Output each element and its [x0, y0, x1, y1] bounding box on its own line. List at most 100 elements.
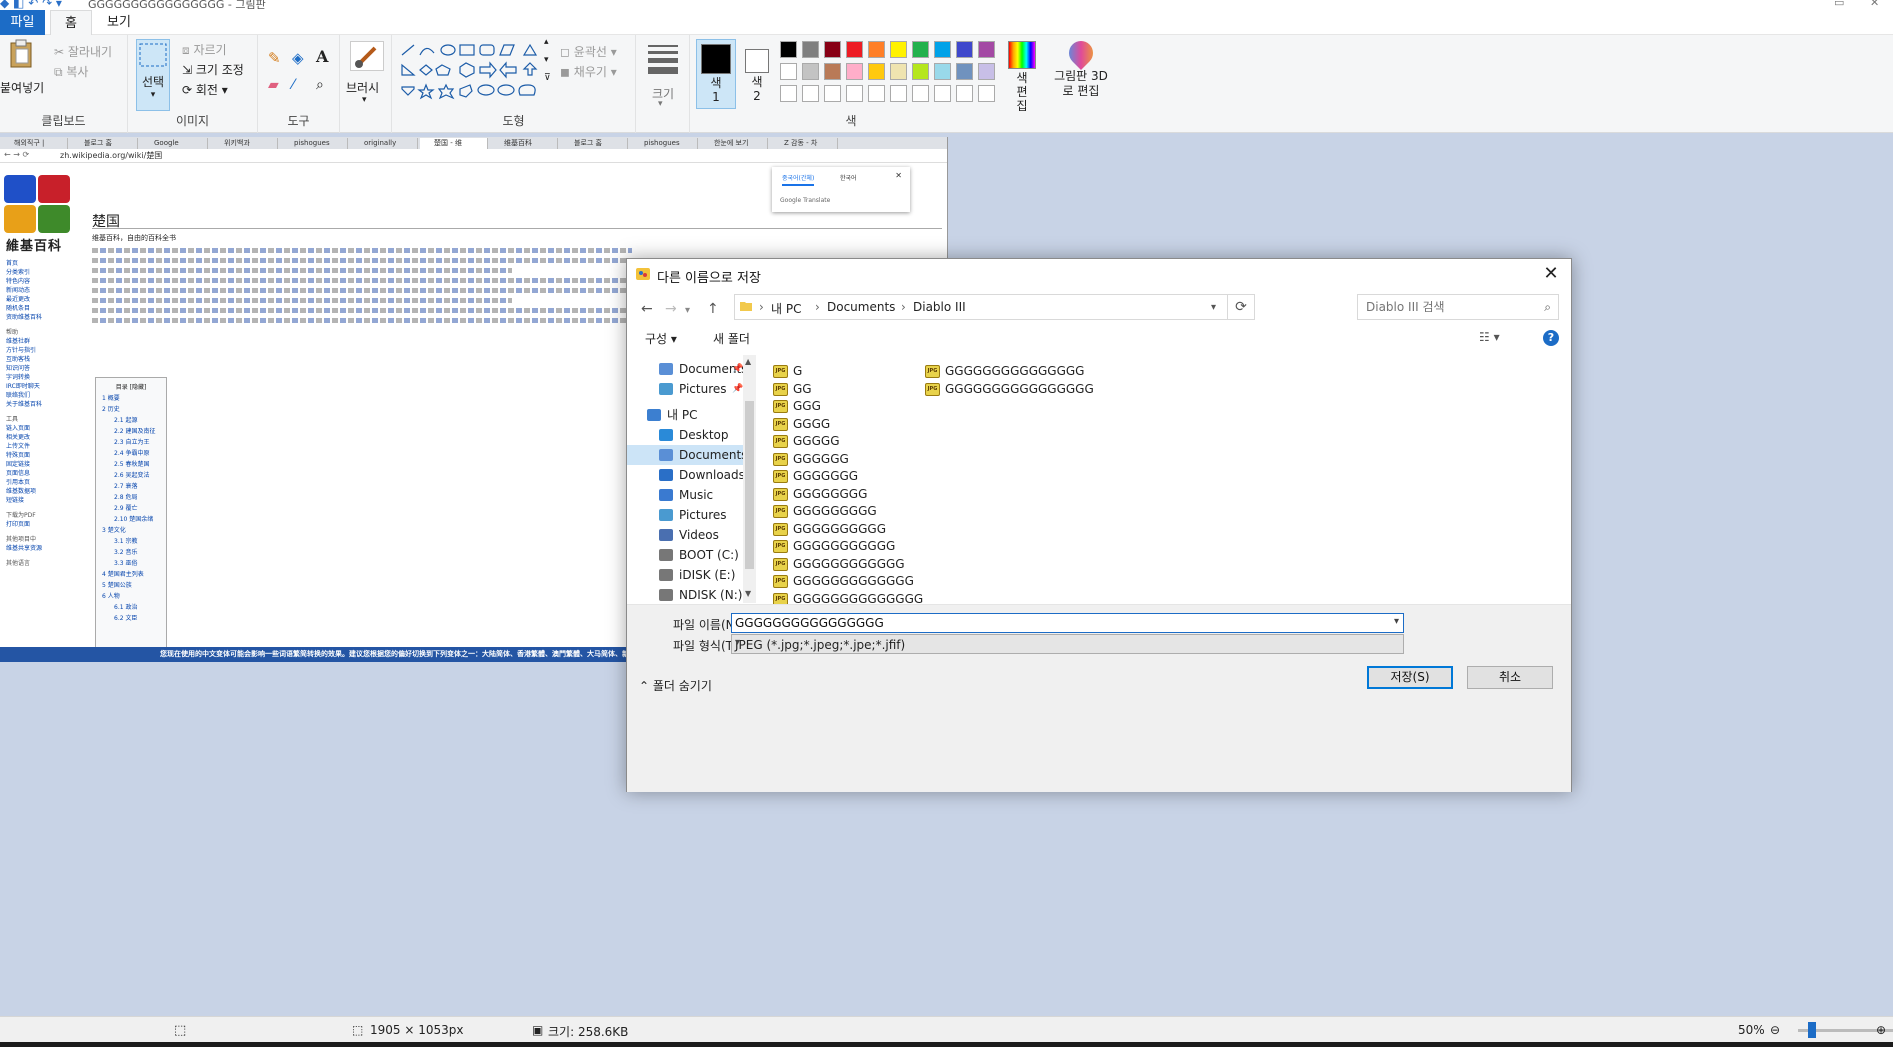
menu-home[interactable]: 홈: [50, 10, 92, 35]
shapes-gallery-icon[interactable]: [400, 43, 546, 103]
palette-swatch[interactable]: [824, 85, 841, 102]
palette-swatch[interactable]: [934, 63, 951, 80]
new-folder-button[interactable]: 새 폴더: [713, 330, 750, 347]
filename-dropdown-icon[interactable]: ▾: [1394, 616, 1399, 627]
scroll-up-icon[interactable]: ▲: [745, 357, 751, 366]
address-bar[interactable]: › 내 PC › Documents › Diablo III ▾: [734, 294, 1228, 320]
hide-folders-toggle[interactable]: ⌃ 폴더 숨기기: [639, 677, 712, 694]
view-options-icon[interactable]: ☷ ▾: [1479, 330, 1500, 344]
select-button[interactable]: 선택 ▾: [136, 39, 170, 111]
palette-swatch[interactable]: [956, 63, 973, 80]
palette-swatch[interactable]: [780, 41, 797, 58]
brushes-button[interactable]: 브러시: [346, 79, 379, 96]
breadcrumb-documents[interactable]: Documents: [827, 300, 895, 314]
eraser-icon[interactable]: ▰: [268, 77, 279, 93]
nav-item[interactable]: Music: [627, 485, 743, 505]
brush-icon[interactable]: [350, 41, 384, 71]
nav-item[interactable]: Desktop: [627, 425, 743, 445]
palette-swatch[interactable]: [780, 85, 797, 102]
search-input[interactable]: [1366, 296, 1536, 318]
palette-swatch[interactable]: [890, 63, 907, 80]
palette-swatch[interactable]: [868, 41, 885, 58]
chevron-down-icon[interactable]: ▾: [362, 95, 367, 105]
zoom-out-icon[interactable]: ⊖: [1770, 1023, 1780, 1037]
close-window-icon[interactable]: ✕: [1870, 0, 1879, 9]
palette-swatch[interactable]: [868, 63, 885, 80]
maximize-icon[interactable]: ▭: [1834, 0, 1844, 9]
palette-swatch[interactable]: [780, 63, 797, 80]
nav-item[interactable]: Documents 📌: [627, 359, 747, 379]
palette-swatch[interactable]: [978, 85, 995, 102]
palette-swatch[interactable]: [912, 85, 929, 102]
resize-button[interactable]: ⇲ 크기 조정: [182, 61, 244, 78]
palette-swatch[interactable]: [978, 63, 995, 80]
quick-access-icons[interactable]: ◆ ◧ ↶ ↷ ▾: [0, 0, 62, 10]
palette-swatch[interactable]: [802, 63, 819, 80]
magnifier-icon[interactable]: ⌕: [316, 77, 324, 93]
palette-swatch[interactable]: [846, 41, 863, 58]
palette-swatch[interactable]: [912, 41, 929, 58]
palette-swatch[interactable]: [934, 41, 951, 58]
palette-swatch[interactable]: [978, 41, 995, 58]
breadcrumb-diablo[interactable]: Diablo III: [913, 300, 966, 314]
edit-colors-button[interactable]: 색 편집: [1002, 41, 1042, 113]
palette-swatch[interactable]: [890, 41, 907, 58]
nav-scrollbar-thumb[interactable]: [745, 401, 754, 569]
pencil-icon[interactable]: ✎: [268, 49, 281, 67]
outline-button[interactable]: ◻ 윤곽선 ▾: [560, 43, 617, 60]
recent-chevron-icon[interactable]: ▾: [685, 305, 690, 316]
shapes-scroll-up-icon[interactable]: ▴: [544, 37, 549, 47]
palette-swatch[interactable]: [824, 63, 841, 80]
refresh-button[interactable]: ⟳: [1227, 294, 1255, 320]
shapes-scroll-down-icon[interactable]: ▾: [544, 55, 549, 65]
help-icon[interactable]: ?: [1543, 330, 1559, 346]
size-button[interactable]: 크기: [652, 85, 674, 102]
nav-item[interactable]: Downloads: [627, 465, 745, 485]
nav-item[interactable]: NDISK (N:): [627, 585, 743, 603]
fill-button[interactable]: ◼ 채우기 ▾: [560, 63, 617, 80]
breadcrumb-my-pc[interactable]: 내 PC: [771, 300, 801, 317]
dialog-close-button[interactable]: ✕: [1539, 262, 1563, 286]
forward-arrow-icon[interactable]: →: [665, 301, 677, 317]
color2-button[interactable]: 색 2: [738, 39, 776, 109]
nav-item[interactable]: BOOT (C:): [627, 545, 743, 565]
rotate-button[interactable]: ⟳ 회전 ▾: [182, 81, 228, 98]
filename-field[interactable]: ▾: [731, 613, 1404, 633]
nav-item[interactable]: 내 PC: [627, 405, 743, 425]
scroll-down-icon[interactable]: ▼: [745, 589, 751, 598]
cut-button[interactable]: ✂ 잘라내기: [54, 43, 112, 60]
zoom-slider-thumb[interactable]: [1808, 1022, 1816, 1038]
palette-swatch[interactable]: [846, 63, 863, 80]
palette-swatch[interactable]: [912, 63, 929, 80]
nav-item[interactable]: Pictures 📌: [627, 379, 743, 399]
palette-swatch[interactable]: [846, 85, 863, 102]
copy-button[interactable]: ⧉ 복사: [54, 63, 88, 80]
palette-swatch[interactable]: [956, 41, 973, 58]
size-chevron-icon[interactable]: ▾: [658, 99, 663, 109]
nav-item[interactable]: iDISK (E:): [627, 565, 743, 585]
up-arrow-icon[interactable]: ↑: [707, 301, 719, 317]
organize-button[interactable]: 구성 ▾: [645, 330, 677, 347]
fill-bucket-icon[interactable]: ◈: [292, 49, 304, 67]
palette-swatch[interactable]: [890, 85, 907, 102]
filetype-dropdown-icon[interactable]: ▾: [735, 637, 1399, 648]
nav-scrollbar[interactable]: ▲ ▼: [743, 355, 756, 603]
shapes-expand-icon[interactable]: ⊽: [544, 73, 551, 83]
crop-button[interactable]: ⧈ 자르기: [182, 41, 227, 58]
back-arrow-icon[interactable]: ←: [641, 301, 653, 317]
address-dropdown-icon[interactable]: ▾: [1211, 302, 1216, 313]
palette-swatch[interactable]: [824, 41, 841, 58]
paste-button[interactable]: 붙여넣기: [0, 79, 44, 96]
menu-file[interactable]: 파일: [0, 10, 45, 35]
paste-icon[interactable]: [6, 39, 40, 69]
text-tool-icon[interactable]: A: [316, 47, 328, 66]
palette-swatch[interactable]: [868, 85, 885, 102]
menu-view[interactable]: 보기: [96, 10, 142, 35]
nav-item[interactable]: Pictures: [627, 505, 743, 525]
paint3d-button[interactable]: 그림판 3D로 편집: [1054, 36, 1108, 99]
nav-item[interactable]: Documents: [627, 445, 747, 465]
palette-swatch[interactable]: [802, 41, 819, 58]
save-button[interactable]: 저장(S): [1367, 666, 1453, 689]
line-size-icon[interactable]: [648, 41, 678, 78]
filetype-select[interactable]: JPEG (*.jpg;*.jpeg;*.jpe;*.jfif) ▾: [731, 634, 1404, 654]
